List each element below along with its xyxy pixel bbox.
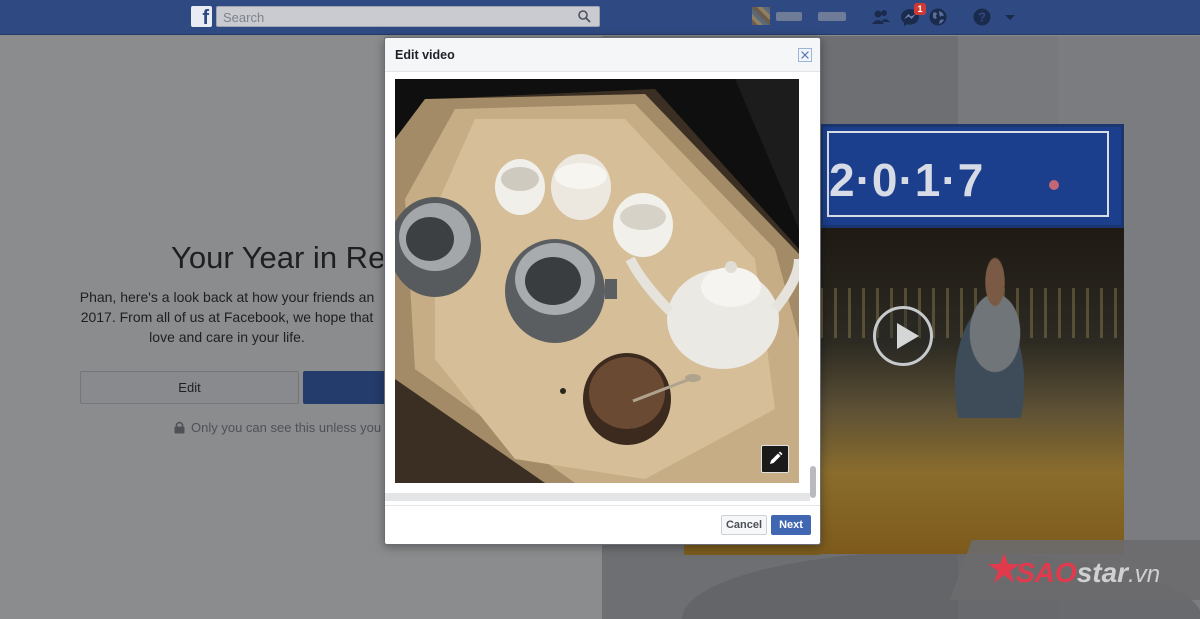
page-description: Phan, here's a look back at how your fri… <box>70 287 384 349</box>
dialog-header: Edit video <box>385 38 820 72</box>
scrollbar-thumb[interactable] <box>810 466 816 498</box>
watermark-part2: star <box>1076 557 1129 588</box>
play-icon <box>897 323 919 349</box>
watermark-part3: .vn <box>1128 561 1161 588</box>
photo-strip-divider <box>385 493 810 501</box>
privacy-note: Only you can see this unless you <box>174 420 384 435</box>
year-text: 2·0·1·7 <box>829 154 985 206</box>
video-frame-photo <box>395 79 799 483</box>
share-button[interactable] <box>303 371 385 404</box>
lock-icon <box>174 421 185 434</box>
facebook-logo-icon[interactable]: f <box>191 6 212 27</box>
globe-icon[interactable] <box>928 7 948 27</box>
edit-pencil-button[interactable] <box>761 445 789 473</box>
svg-text:?: ? <box>978 10 986 25</box>
search-icon[interactable] <box>578 10 591 23</box>
search-input[interactable]: Search <box>216 6 600 27</box>
video-thumbnail <box>820 228 1124 554</box>
edit-video-dialog: Edit video Cancel Next <box>384 37 821 545</box>
watermark-text: SAOstar.vn <box>990 557 1160 589</box>
description-line: Phan, here's a look back at how your fri… <box>79 289 375 305</box>
top-navigation-bar: f Search 1 ? <box>0 0 1200 35</box>
banner-dot <box>1049 180 1059 190</box>
friend-requests-icon[interactable] <box>871 7 891 27</box>
year-banner: 2·0·1·7 <box>820 124 1124 228</box>
play-button[interactable] <box>873 306 933 366</box>
next-button[interactable]: Next <box>771 515 811 535</box>
notification-badge: 1 <box>914 3 926 15</box>
avatar[interactable] <box>752 7 770 25</box>
dialog-title: Edit video <box>395 48 455 62</box>
profile-name-link[interactable] <box>776 12 802 21</box>
chevron-down-icon[interactable] <box>1000 7 1020 27</box>
edit-button[interactable]: Edit <box>80 371 299 404</box>
privacy-text: Only you can see this unless you <box>191 420 382 435</box>
page-title: Your Year in Rev <box>171 240 383 275</box>
description-line: 2017. From all of us at Facebook, we hop… <box>80 309 374 325</box>
pencil-icon <box>770 451 783 464</box>
close-icon[interactable] <box>798 48 812 62</box>
help-icon[interactable]: ? <box>972 7 992 27</box>
dialog-body <box>385 73 820 504</box>
dialog-footer: Cancel Next <box>385 505 820 544</box>
search-placeholder: Search <box>223 10 265 25</box>
cancel-button[interactable]: Cancel <box>721 515 767 535</box>
home-link[interactable] <box>818 12 846 21</box>
description-line: love and care in your life. <box>149 329 305 345</box>
watermark-part1: SAO <box>1016 557 1077 588</box>
